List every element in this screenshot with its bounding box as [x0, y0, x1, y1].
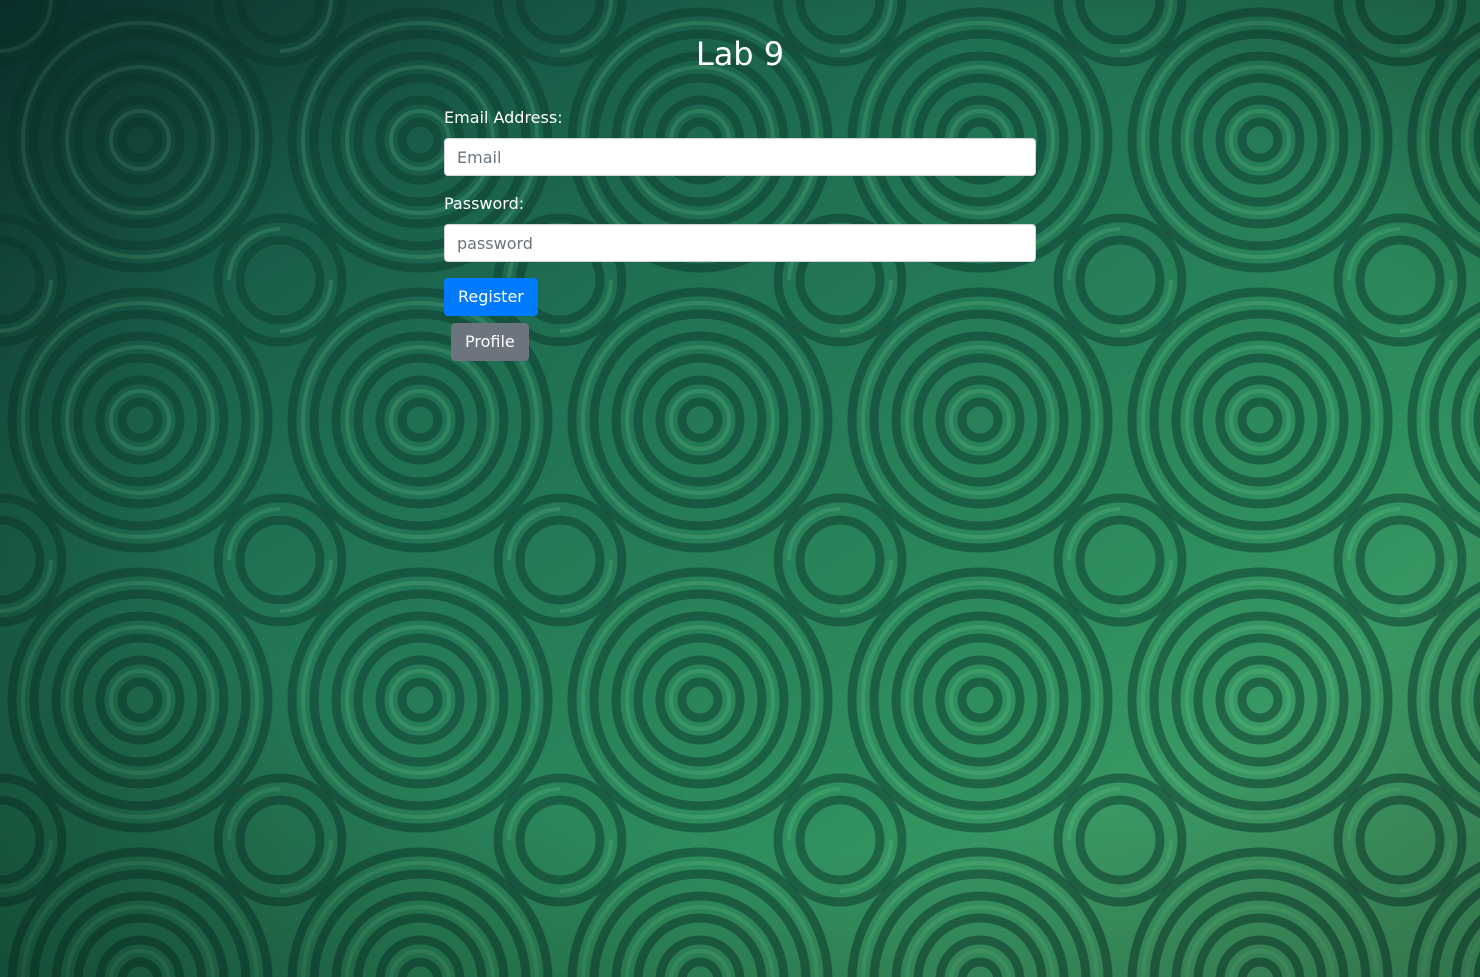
register-form: Email Address: Password: Register Profil… — [444, 106, 1036, 361]
email-input[interactable] — [444, 138, 1036, 176]
email-label: Email Address: — [444, 108, 563, 127]
profile-button[interactable]: Profile — [451, 323, 529, 361]
password-input[interactable] — [444, 224, 1036, 262]
password-label: Password: — [444, 194, 525, 213]
register-button[interactable]: Register — [444, 278, 538, 316]
page-title: Lab 9 — [695, 35, 785, 73]
